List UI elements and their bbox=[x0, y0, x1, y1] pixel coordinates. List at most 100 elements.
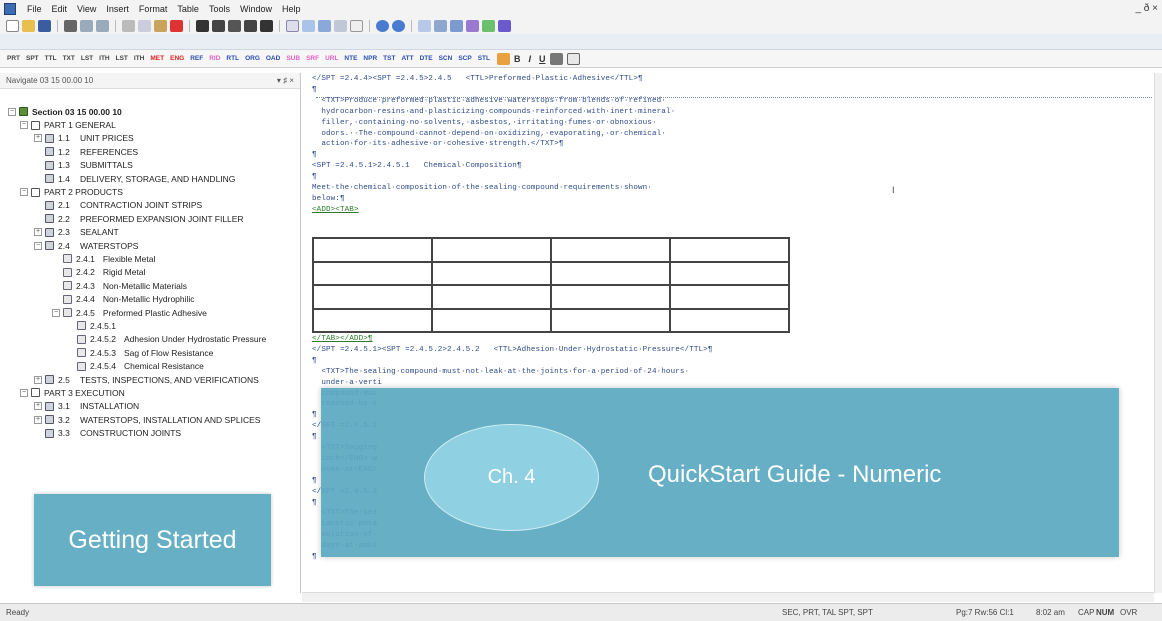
tag-rtl[interactable]: RTL bbox=[223, 55, 242, 62]
tag-eng[interactable]: ENG bbox=[167, 55, 187, 62]
tag-scp[interactable]: SCP bbox=[455, 55, 474, 62]
table-cell[interactable] bbox=[432, 285, 551, 309]
expand-icon[interactable]: + bbox=[34, 402, 42, 411]
code-line[interactable]: Meet·the·chemical·composition·of·the·sea… bbox=[312, 184, 652, 192]
table-cell[interactable] bbox=[670, 238, 789, 262]
spell-all-icon[interactable] bbox=[318, 20, 331, 32]
code-line[interactable]: filler,·containing·no·solvents,·asbestos… bbox=[312, 119, 657, 127]
menu-format[interactable]: Format bbox=[134, 4, 173, 14]
tag-att[interactable]: ATT bbox=[398, 55, 416, 62]
tag-org[interactable]: ORG bbox=[242, 55, 263, 62]
tag-scn[interactable]: SCN bbox=[436, 55, 456, 62]
code-line[interactable]: ¶ bbox=[312, 151, 317, 159]
table-cell[interactable] bbox=[313, 261, 432, 285]
tree-node[interactable]: +3.1 INSTALLATION bbox=[0, 400, 300, 413]
tree-node[interactable]: − PART 3 EXECUTION bbox=[0, 386, 300, 399]
tree-node[interactable]: +1.1 UNIT PRICES bbox=[0, 132, 300, 145]
code-line[interactable]: odors.··The·compound·cannot·depend·on·ox… bbox=[312, 130, 666, 138]
tree-node[interactable]: +3.2 WATERSTOPS, INSTALLATION AND SPLICES bbox=[0, 413, 300, 426]
tree-node[interactable]: +2.3 SEALANT bbox=[0, 226, 300, 239]
table-cell[interactable] bbox=[432, 238, 551, 262]
code-line[interactable]: hydrocarbon·resins·and·plasticizing·comp… bbox=[312, 108, 675, 116]
collapse-icon[interactable]: − bbox=[20, 188, 28, 197]
spell-check-icon[interactable] bbox=[302, 20, 315, 32]
expand-icon[interactable]: + bbox=[34, 134, 42, 143]
table-cell[interactable] bbox=[313, 308, 432, 332]
horizontal-scrollbar[interactable] bbox=[302, 592, 1154, 602]
collapse-icon[interactable]: − bbox=[34, 241, 42, 250]
tag-stl[interactable]: STL bbox=[475, 55, 493, 62]
code-line[interactable]: under·a·verti bbox=[312, 379, 382, 387]
table-cell[interactable] bbox=[432, 261, 551, 285]
tag-oad[interactable]: OAD bbox=[263, 55, 283, 62]
tag-rid[interactable]: RID bbox=[206, 55, 223, 62]
menu-insert[interactable]: Insert bbox=[101, 4, 134, 14]
tree-node[interactable]: 1.4 DELIVERY, STORAGE, AND HANDLING bbox=[0, 172, 300, 185]
check-icon[interactable] bbox=[498, 20, 511, 32]
code-line[interactable]: <SPT =2.4.5.1>2.4.5.1 Chemical·Compositi… bbox=[312, 162, 522, 170]
tree-node[interactable]: − PART 1 GENERAL bbox=[0, 118, 300, 131]
menu-tools[interactable]: Tools bbox=[204, 4, 235, 14]
tree-node[interactable]: 3.3 CONSTRUCTION JOINTS bbox=[0, 426, 300, 439]
add-icon[interactable] bbox=[482, 20, 495, 32]
empty-table[interactable] bbox=[312, 237, 790, 333]
table-cell[interactable] bbox=[432, 308, 551, 332]
code-line[interactable]: below:¶ bbox=[312, 195, 345, 203]
menu-help[interactable]: Help bbox=[277, 4, 306, 14]
menu-file[interactable]: File bbox=[22, 4, 47, 14]
list-icon[interactable] bbox=[434, 20, 447, 32]
tree-node[interactable]: 2.4.1 Flexible Metal bbox=[0, 252, 300, 265]
tag-ith-2[interactable]: ITH bbox=[131, 55, 147, 62]
table-cell[interactable] bbox=[313, 285, 432, 309]
copy-icon[interactable] bbox=[138, 20, 151, 32]
zoom-in-icon[interactable] bbox=[376, 20, 389, 32]
code-line[interactable]: <TXT>Produce·preformed·plastic·adhesive·… bbox=[312, 97, 666, 105]
collapse-icon[interactable]: − bbox=[52, 308, 60, 317]
code-line[interactable]: </SPT =2.4.5.1><SPT =2.4.5.2>2.4.5.2 <TT… bbox=[312, 346, 713, 354]
code-line[interactable]: ¶ bbox=[312, 173, 317, 181]
print-icon[interactable] bbox=[64, 20, 77, 32]
collapse-icon[interactable]: − bbox=[20, 121, 28, 130]
find-prev-icon[interactable] bbox=[228, 20, 241, 32]
tree-node[interactable]: 2.4.4 Non-Metallic Hydrophilic bbox=[0, 292, 300, 305]
navigator-controls[interactable]: ▾ ♯ × bbox=[277, 76, 294, 85]
tag-spt[interactable]: SPT bbox=[23, 55, 42, 62]
word-count-icon[interactable] bbox=[418, 20, 431, 32]
collapse-icon[interactable]: − bbox=[20, 388, 28, 397]
cut-icon[interactable] bbox=[122, 20, 135, 32]
tree-node[interactable]: 2.1 CONTRACTION JOINT STRIPS bbox=[0, 199, 300, 212]
tree-node[interactable]: 2.4.5.4 Chemical Resistance bbox=[0, 359, 300, 372]
menu-view[interactable]: View bbox=[72, 4, 101, 14]
zoom-out-icon[interactable] bbox=[392, 20, 405, 32]
code-line[interactable]: ¶ bbox=[312, 357, 317, 365]
redo-icon[interactable] bbox=[96, 20, 109, 32]
tag-dte[interactable]: DTE bbox=[417, 55, 436, 62]
tree-node[interactable]: 2.4.3 Non-Metallic Materials bbox=[0, 279, 300, 292]
table-icon[interactable] bbox=[566, 52, 580, 65]
tag-url[interactable]: URL bbox=[322, 55, 341, 62]
table-cell[interactable] bbox=[313, 238, 432, 262]
tag-ref[interactable]: REF bbox=[187, 55, 206, 62]
tag-tst[interactable]: TST bbox=[380, 55, 398, 62]
thesaurus-icon[interactable] bbox=[334, 20, 347, 32]
tag-met[interactable]: MET bbox=[147, 55, 167, 62]
table-cell[interactable] bbox=[670, 261, 789, 285]
find-icon[interactable] bbox=[196, 20, 209, 32]
find-next-icon[interactable] bbox=[212, 20, 225, 32]
replace-icon[interactable] bbox=[244, 20, 257, 32]
code-line[interactable]: ¶ bbox=[312, 477, 317, 485]
table-cell[interactable] bbox=[551, 261, 670, 285]
window-controls[interactable]: _ ð × bbox=[1135, 3, 1158, 14]
expand-icon[interactable]: + bbox=[34, 415, 42, 424]
tag-ith[interactable]: ITH bbox=[96, 55, 112, 62]
tag-sub[interactable]: SUB bbox=[283, 55, 303, 62]
table-cell[interactable] bbox=[670, 285, 789, 309]
tree-node[interactable]: 2.4.5.1 bbox=[0, 319, 300, 332]
tree-node[interactable]: 2.4.5.2 Adhesion Under Hydrostatic Pressu… bbox=[0, 333, 300, 346]
code-line[interactable]: </TAB></ADD>¶ bbox=[312, 335, 373, 343]
code-line[interactable]: <TXT>The·sealing·compound·must·not·leak·… bbox=[312, 368, 689, 376]
replace-all-icon[interactable] bbox=[260, 20, 273, 32]
open-folder-icon[interactable] bbox=[22, 20, 35, 32]
save-icon[interactable] bbox=[38, 20, 51, 32]
expand-icon[interactable]: + bbox=[34, 375, 42, 384]
